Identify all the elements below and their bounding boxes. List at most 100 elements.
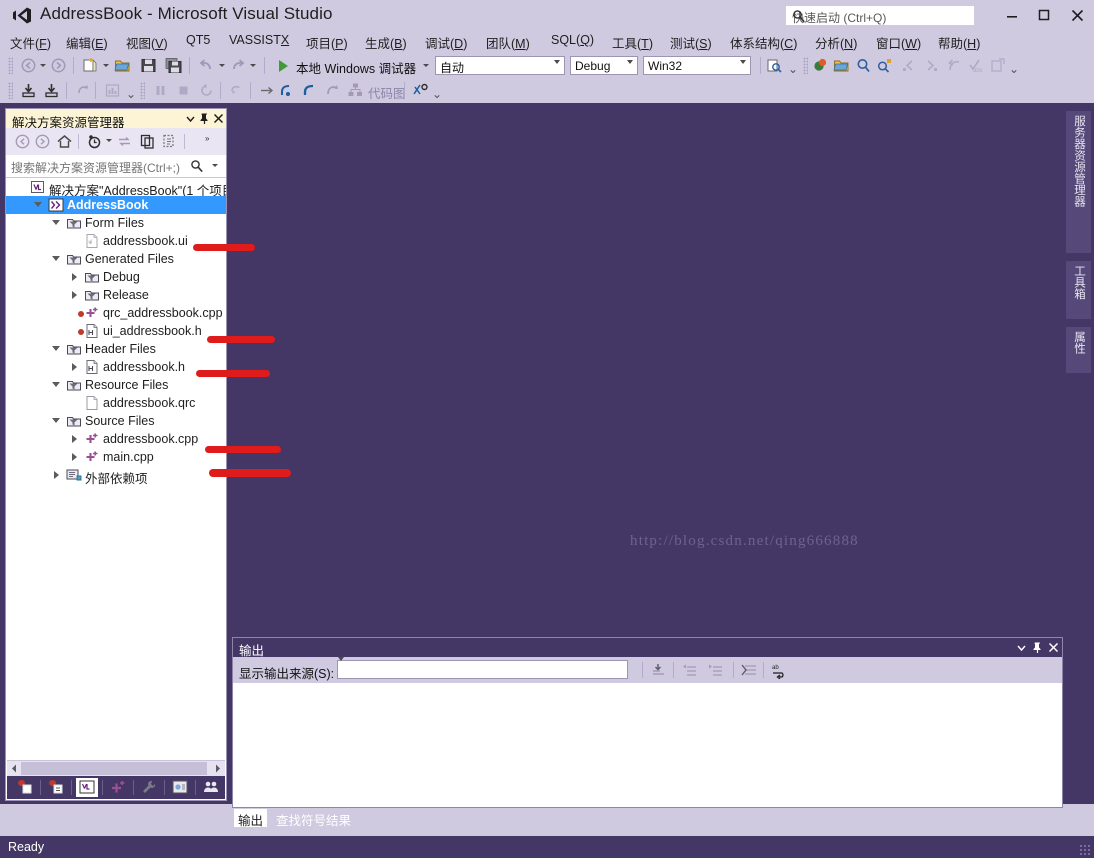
redo-icon[interactable] xyxy=(229,57,246,74)
menu-item-4[interactable]: VASSISTX xyxy=(229,33,289,47)
solution-explorer-search[interactable]: 搜索解决方案资源管理器(Ctrl+;) xyxy=(6,155,226,178)
scroll-left-icon[interactable] xyxy=(7,761,21,776)
forward-icon[interactable] xyxy=(34,133,51,150)
previous-location-icon[interactable] xyxy=(901,57,918,74)
expander-collapsed-icon[interactable] xyxy=(54,471,59,479)
se-bottom-tab-resource-view-icon[interactable] xyxy=(107,778,129,797)
toolbar-overflow-icon-2[interactable]: ⌄ xyxy=(1009,62,1019,76)
save-all-icon[interactable] xyxy=(165,57,182,74)
play-icon[interactable] xyxy=(279,60,288,72)
home-icon[interactable] xyxy=(56,133,73,150)
restart-icon[interactable] xyxy=(75,82,92,99)
refresh-icon[interactable] xyxy=(228,82,245,99)
qt-settings-icon[interactable] xyxy=(812,57,829,74)
tree-item-9[interactable]: Header Files xyxy=(6,340,226,358)
menu-item-5[interactable]: 项目(P) xyxy=(306,33,348,52)
expander-collapsed-icon[interactable] xyxy=(72,363,77,371)
hierarchy-icon[interactable] xyxy=(347,82,364,99)
debug-toolbar-grip[interactable] xyxy=(8,82,13,99)
toolbar-grip-2[interactable] xyxy=(803,57,808,74)
menu-item-12[interactable]: 体系结构(C) xyxy=(730,33,797,52)
open-external-icon[interactable] xyxy=(990,57,1007,74)
navigate-back-icon[interactable] xyxy=(20,57,37,74)
se-bottom-tab-class-view-icon[interactable] xyxy=(45,778,67,797)
toolbar-grip[interactable] xyxy=(8,57,13,74)
right-dock-tab-1[interactable]: 工具箱 xyxy=(1066,261,1091,319)
search-icon[interactable] xyxy=(190,159,204,173)
goto-message-icon[interactable] xyxy=(650,662,667,679)
navigate-forward-icon[interactable] xyxy=(50,57,67,74)
start-debug-label[interactable]: 本地 Windows 调试器 xyxy=(296,58,416,77)
se-bottom-tab-team-explorer-icon[interactable] xyxy=(14,778,36,797)
clear-all-icon[interactable] xyxy=(741,662,758,679)
stop-icon[interactable] xyxy=(175,82,192,99)
step-into-icon[interactable] xyxy=(278,82,295,99)
undo-dropdown-icon[interactable] xyxy=(219,64,225,67)
overflow-chevron-icon[interactable]: » xyxy=(203,133,220,150)
menu-item-15[interactable]: 帮助(H) xyxy=(938,33,980,52)
expander-expanded-icon[interactable] xyxy=(52,418,60,423)
tree-item-13[interactable]: Source Files xyxy=(6,412,226,430)
step-out-icon[interactable] xyxy=(301,82,318,99)
collapse-all-icon[interactable] xyxy=(139,133,156,150)
toggle-word-wrap-icon[interactable]: ab xyxy=(771,662,788,680)
step-into-target-icon[interactable] xyxy=(20,82,37,99)
expander-expanded-icon[interactable] xyxy=(34,202,42,207)
expander-collapsed-icon[interactable] xyxy=(72,291,77,299)
menu-item-11[interactable]: 测试(S) xyxy=(670,33,712,52)
back-icon[interactable] xyxy=(14,133,31,150)
start-debug-dropdown-icon[interactable] xyxy=(423,64,429,67)
pause-icon[interactable] xyxy=(152,82,169,99)
tree-item-1[interactable]: AddressBook xyxy=(6,196,226,214)
tree-item-4[interactable]: Generated Files xyxy=(6,250,226,268)
tree-item-15[interactable]: main.cpp xyxy=(6,448,226,466)
chevron-down-icon[interactable] xyxy=(184,112,197,125)
menu-item-7[interactable]: 调试(D) xyxy=(425,33,467,52)
tree-item-0[interactable]: 解决方案"AddressBook"(1 个项目 xyxy=(6,178,226,198)
redo-dropdown-icon[interactable] xyxy=(250,64,256,67)
platform-auto-combo[interactable]: 自动 xyxy=(435,56,565,78)
tree-item-10[interactable]: addressbook.h xyxy=(6,358,226,376)
next-location-icon[interactable] xyxy=(922,57,939,74)
menu-item-3[interactable]: QT5 xyxy=(186,33,210,47)
show-all-files-icon[interactable] xyxy=(161,133,178,150)
se-bottom-tab-team-members-icon[interactable] xyxy=(200,778,222,797)
tree-item-7[interactable]: qrc_addressbook.cpp xyxy=(6,304,226,322)
expander-collapsed-icon[interactable] xyxy=(72,453,77,461)
tree-item-14[interactable]: addressbook.cpp xyxy=(6,430,226,448)
pending-changes-icon[interactable] xyxy=(86,133,103,150)
sync-with-active-document-icon[interactable] xyxy=(116,133,133,150)
scroll-right-icon[interactable] xyxy=(211,761,225,776)
se-bottom-tab-properties-wrench-icon[interactable] xyxy=(138,778,160,797)
maximize-button[interactable] xyxy=(1032,6,1056,25)
open-folder-icon[interactable] xyxy=(833,57,850,74)
undo-icon[interactable] xyxy=(198,57,215,74)
output-tab-1[interactable]: 查找符号结果 xyxy=(272,809,355,828)
output-tab-0[interactable]: 输出 xyxy=(234,809,268,828)
navigate-back-dropdown-icon[interactable] xyxy=(40,64,46,67)
tree-item-5[interactable]: Debug xyxy=(6,268,226,286)
expander-expanded-icon[interactable] xyxy=(52,382,60,387)
quick-find-icon[interactable] xyxy=(876,57,893,74)
menu-item-2[interactable]: 视图(V) xyxy=(126,33,168,52)
menu-item-8[interactable]: 团队(M) xyxy=(486,33,530,52)
menu-item-9[interactable]: SQL(Q) xyxy=(551,33,594,47)
tree-item-16[interactable]: 外部依赖项 xyxy=(6,466,226,486)
close-icon[interactable] xyxy=(1047,641,1060,654)
step-over-icon[interactable] xyxy=(324,82,341,99)
new-project-icon[interactable] xyxy=(82,57,99,74)
code-map-icon[interactable] xyxy=(412,82,429,99)
step-into-target-2-icon[interactable] xyxy=(43,82,60,99)
solution-explorer-hscrollbar[interactable] xyxy=(7,760,225,776)
spellcheck-icon[interactable]: abc xyxy=(968,57,985,74)
expander-expanded-icon[interactable] xyxy=(52,256,60,261)
find-symbol-icon[interactable] xyxy=(855,57,872,74)
se-bottom-tab-solution-explorer-tab-icon[interactable] xyxy=(76,778,98,797)
toolbar-overflow-icon[interactable]: ⌄ xyxy=(788,62,798,76)
open-file-icon[interactable] xyxy=(114,57,131,74)
hscrollbar-thumb[interactable] xyxy=(21,762,207,775)
expander-expanded-icon[interactable] xyxy=(52,220,60,225)
statistics-icon[interactable] xyxy=(104,82,121,99)
chevron-down-icon[interactable] xyxy=(1015,641,1028,654)
menu-item-14[interactable]: 窗口(W) xyxy=(876,33,921,52)
